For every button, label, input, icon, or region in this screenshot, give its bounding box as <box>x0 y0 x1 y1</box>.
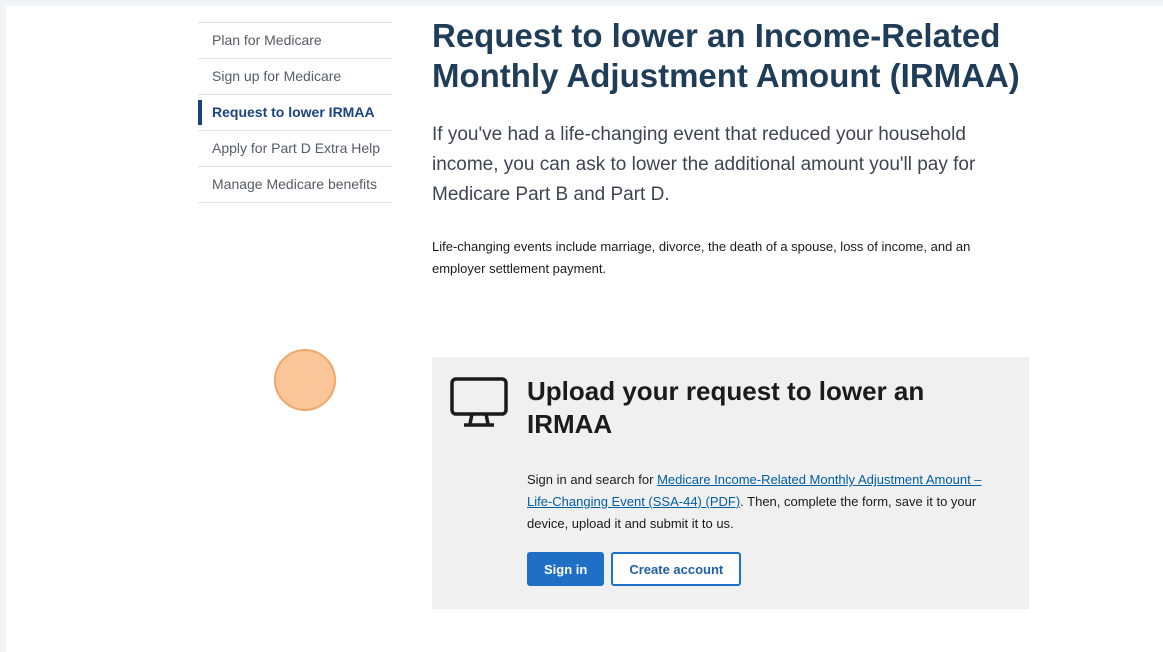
upload-request-card: Upload your request to lower an IRMAA Si… <box>432 357 1029 609</box>
create-account-button[interactable]: Create account <box>611 552 742 586</box>
card-title: Upload your request to lower an IRMAA <box>527 376 925 439</box>
card-text-before: Sign in and search for <box>527 472 658 487</box>
card-actions: Sign in Create account <box>527 552 742 586</box>
card-instructions: Sign in and search for Medicare Income-R… <box>527 469 997 535</box>
sidebar-nav: Plan for Medicare Sign up for Medicare R… <box>198 22 392 203</box>
lead-paragraph: If you've had a life-changing event that… <box>432 124 976 205</box>
sidebar-item-sign-up-for-medicare[interactable]: Sign up for Medicare <box>198 58 392 94</box>
main-content: Request to lower an Income-Related Month… <box>432 16 1032 280</box>
sidebar-item-apply-for-part-d-extra-help[interactable]: Apply for Part D Extra Help <box>198 130 392 166</box>
life-events-paragraph: Life-changing events include marriage, d… <box>432 239 971 276</box>
computer-monitor-icon <box>450 377 508 427</box>
sidebar-item-plan-for-medicare[interactable]: Plan for Medicare <box>198 22 392 58</box>
sign-in-button[interactable]: Sign in <box>527 552 605 586</box>
page-title: Request to lower an Income-Related Month… <box>432 17 1020 94</box>
page: Plan for Medicare Sign up for Medicare R… <box>6 6 1163 652</box>
sidebar-item-request-to-lower-irmaa[interactable]: Request to lower IRMAA <box>198 94 392 130</box>
sidebar-item-manage-medicare-benefits[interactable]: Manage Medicare benefits <box>198 166 392 203</box>
click-indicator <box>274 349 336 411</box>
